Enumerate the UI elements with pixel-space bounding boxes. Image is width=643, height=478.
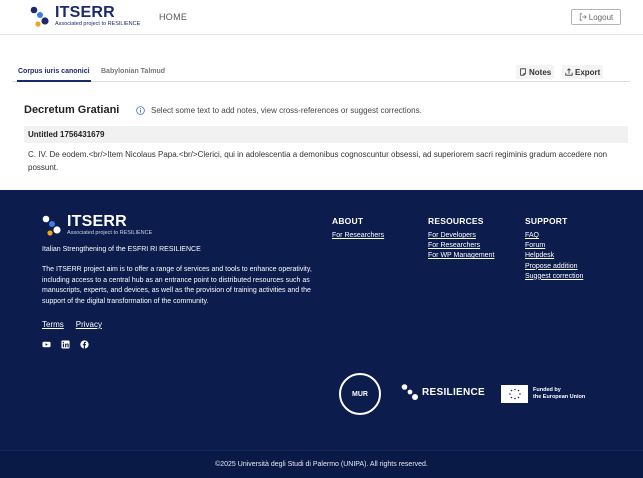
export-label: Export [575,67,601,77]
tab-corpus-iuris-canonici[interactable]: Corpus iuris canonici [17,68,91,82]
tab-babylonian-talmud[interactable]: Babylonian Talmud [101,68,165,80]
itserr-logo-icon [30,6,49,27]
linkedin-icon[interactable] [61,340,70,349]
support-link-propose-addition[interactable]: Propose addition [525,263,583,270]
resources-link-for-researchers[interactable]: For Researchers [428,242,494,249]
export-button[interactable]: Export [562,65,604,79]
itserr-logo[interactable]: ITSERR Associated project to RESILIENCE [30,5,140,31]
eu-text-line1: Funded by [533,387,561,393]
resilience-logo: RESILIENCE [401,383,485,401]
document-tabs: Corpus iuris canonici Babylonian Talmud … [12,65,630,82]
info-hint: Select some text to add notes, view cros… [136,106,422,115]
eu-text-line2: the European Union [533,394,586,400]
resources-link-for-wp-management[interactable]: For WP Management [428,252,494,259]
footer-col-support: SUPPORT FAQ Forum Helpdesk Propose addit… [525,216,583,283]
footer-description: The ITSERR project aim is to offer a ran… [42,266,312,305]
notes-button[interactable]: Notes [516,65,555,79]
logout-icon [579,13,587,21]
info-text: Select some text to add notes, view cros… [151,106,422,115]
copyright-bar: ©2025 Università degli Studi di Palermo … [0,450,643,478]
support-link-faq[interactable]: FAQ [525,232,583,239]
footer-logo-subtitle: Associated project to RESILIENCE [67,230,153,236]
privacy-link[interactable]: Privacy [76,320,102,329]
logo-subtitle: Associated project to RESILIENCE [55,21,141,27]
about-link-for-researchers[interactable]: For Researchers [332,232,384,239]
about-heading: ABOUT [332,216,364,226]
resources-link-for-developers[interactable]: For Developers [428,232,494,239]
resources-heading: RESOURCES [428,216,484,226]
support-link-forum[interactable]: Forum [525,242,583,249]
eu-funding-logo: Funded by the European Union [501,385,585,403]
info-icon [136,106,145,115]
social-links [42,340,89,349]
logout-label: Logout [588,12,614,22]
eu-flag-icon [501,385,528,403]
footer-itserr-logo: ITSERR Associated project to RESILIENCE [42,214,152,238]
footer-col-resources: RESOURCES For Developers For Researchers… [428,216,494,263]
resilience-logo-icon [401,384,418,400]
document-body-text[interactable]: C. IV. De eodem.<br/>Item Nicolaus Papa.… [28,149,618,174]
nav-home-link[interactable]: HOME [159,12,187,22]
facebook-icon[interactable] [80,340,89,349]
support-link-helpdesk[interactable]: Helpdesk [525,252,583,259]
footer-legal-links: Terms Privacy [42,320,102,329]
footer-logo-title: ITSERR [67,213,127,230]
document-title: Decretum Gratiani [24,104,120,116]
site-footer: ITSERR Associated project to RESILIENCE … [0,190,643,450]
section-title: Untitled 1756431679 [24,126,628,143]
footer-tagline: Italian Strengthening of the ESFRI RI RE… [42,246,201,253]
export-icon [565,68,573,76]
notes-label: Notes [529,67,552,77]
itserr-logo-icon [42,215,61,236]
terms-link[interactable]: Terms [42,320,64,329]
support-link-suggest-correction[interactable]: Suggest correction [525,273,583,280]
logout-button[interactable]: Logout [571,9,621,25]
mur-logo: MUR [339,373,381,415]
logo-title: ITSERR [55,4,115,21]
notes-icon [520,68,526,76]
youtube-icon[interactable] [42,340,51,349]
footer-col-about: ABOUT For Researchers [332,216,384,242]
resilience-logo-text: RESILIENCE [422,386,486,398]
support-heading: SUPPORT [525,216,568,226]
top-header: ITSERR Associated project to RESILIENCE … [0,0,643,35]
